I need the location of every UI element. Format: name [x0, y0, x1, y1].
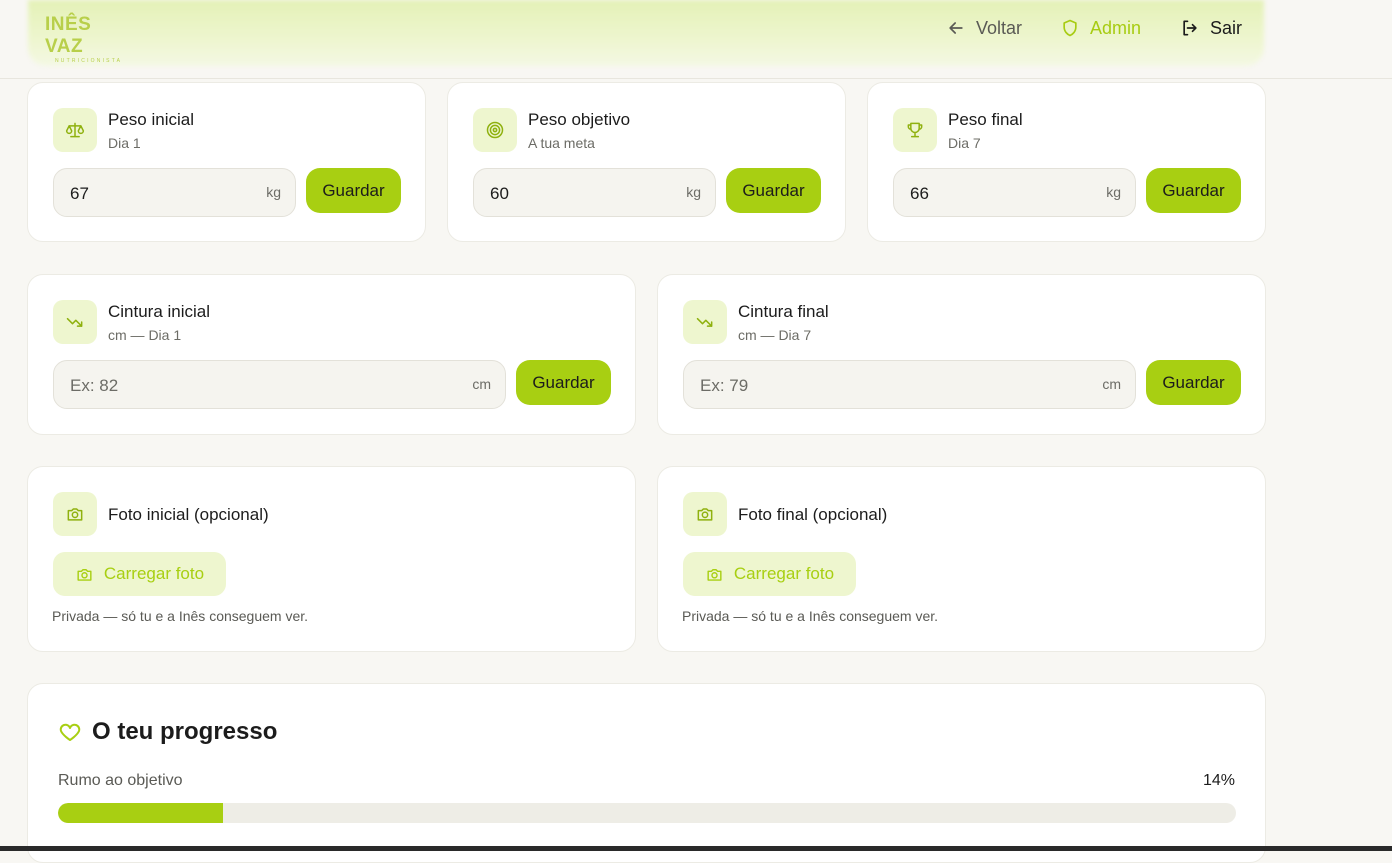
card-title: Foto final (opcional) [738, 505, 888, 524]
progress-heading: O teu progresso [58, 718, 277, 746]
card-title: Peso final [948, 110, 1023, 129]
save-peso-final-button[interactable]: Guardar [1146, 168, 1241, 213]
progress-title: O teu progresso [92, 718, 278, 745]
cintura-final-input[interactable] [698, 361, 1018, 410]
logout-icon [1183, 20, 1197, 36]
weight-input-wrapper: kg [53, 168, 296, 218]
app-header: INÊS VAZ NUTRICIONISTA Voltar Admin Sair [0, 0, 1392, 79]
card-subtitle: Dia 1 [108, 135, 141, 151]
brand-logo[interactable]: INÊS VAZ NUTRICIONISTA [45, 14, 135, 64]
unit-label: kg [686, 184, 701, 200]
progress-card: O teu progresso Rumo ao objetivo 14% [27, 683, 1266, 863]
card-cintura-final: Cintura final cm — Dia 7 cm Guardar [657, 274, 1266, 435]
peso-inicial-input[interactable] [68, 169, 241, 218]
logout-label: Sair [1210, 17, 1243, 38]
card-title: Cintura final [738, 302, 829, 321]
back-button[interactable]: Voltar [946, 16, 1022, 40]
card-cintura-inicial: Cintura inicial cm — Dia 1 cm Guardar [27, 274, 636, 435]
window-bottom-edge [0, 846, 1392, 851]
upload-foto-final-button[interactable]: Carregar foto [683, 552, 856, 596]
card-title: Cintura inicial [108, 302, 211, 321]
progress-label: Rumo ao objetivo [58, 772, 183, 789]
weight-input-wrapper: kg [473, 168, 716, 218]
shield-icon [1063, 19, 1077, 37]
card-foto-final: Foto final (opcional) Carregar foto Priv… [657, 466, 1266, 652]
admin-label: Admin [1090, 17, 1142, 38]
peso-final-input[interactable] [908, 169, 1081, 218]
card-subtitle: cm — Dia 7 [738, 327, 812, 343]
brand-name: INÊS VAZ [45, 14, 92, 57]
card-foto-inicial: Foto inicial (opcional) Carregar foto Pr… [27, 466, 636, 652]
waist-input-wrapper: cm [53, 360, 506, 410]
save-cintura-inicial-button[interactable]: Guardar [516, 360, 611, 405]
card-peso-final: Peso final Dia 7 kg Guardar [867, 82, 1266, 242]
privacy-note: Privada — só tu e a Inês conseguem ver. [52, 608, 309, 624]
card-title: Peso inicial [108, 110, 194, 129]
progress-bar [58, 803, 1236, 823]
logout-button[interactable]: Sair [1180, 16, 1242, 40]
save-peso-inicial-button[interactable]: Guardar [306, 168, 401, 213]
peso-objetivo-input[interactable] [488, 169, 661, 218]
progress-bar-fill [58, 803, 223, 823]
save-cintura-final-button[interactable]: Guardar [1146, 360, 1241, 405]
card-subtitle: cm — Dia 1 [108, 327, 182, 343]
upload-label: Carregar foto [103, 564, 205, 583]
camera-icon [683, 492, 727, 536]
camera-icon [77, 568, 92, 581]
weight-input-wrapper: kg [893, 168, 1136, 218]
trending-down-icon [683, 300, 727, 344]
upload-foto-inicial-button[interactable]: Carregar foto [53, 552, 226, 596]
camera-icon [53, 492, 97, 536]
waist-input-wrapper: cm [683, 360, 1136, 410]
unit-label: cm [1102, 376, 1121, 392]
unit-label: cm [472, 376, 491, 392]
card-subtitle: A tua meta [528, 135, 595, 151]
camera-icon [707, 568, 722, 581]
target-icon [473, 108, 517, 152]
trophy-icon [893, 108, 937, 152]
save-peso-objetivo-button[interactable]: Guardar [726, 168, 821, 213]
brand-subtitle: NUTRICIONISTA [55, 58, 123, 64]
arrow-left-icon [949, 22, 963, 34]
card-peso-objetivo: Peso objetivo A tua meta kg Guardar [447, 82, 846, 242]
cintura-inicial-input[interactable] [68, 361, 388, 410]
trending-down-icon [53, 300, 97, 344]
card-subtitle: Dia 7 [948, 135, 981, 151]
card-title: Foto inicial (opcional) [108, 505, 269, 524]
heart-icon [59, 723, 81, 741]
upload-label: Carregar foto [733, 564, 835, 583]
card-peso-inicial: Peso inicial Dia 1 kg Guardar [27, 82, 426, 242]
unit-label: kg [1106, 184, 1121, 200]
admin-button[interactable]: Admin [1060, 16, 1141, 40]
back-label: Voltar [976, 17, 1023, 38]
progress-percent: 14% [1202, 772, 1235, 789]
scale-icon [53, 108, 97, 152]
card-title: Peso objetivo [528, 110, 631, 129]
unit-label: kg [266, 184, 281, 200]
privacy-note: Privada — só tu e a Inês conseguem ver. [682, 608, 939, 624]
